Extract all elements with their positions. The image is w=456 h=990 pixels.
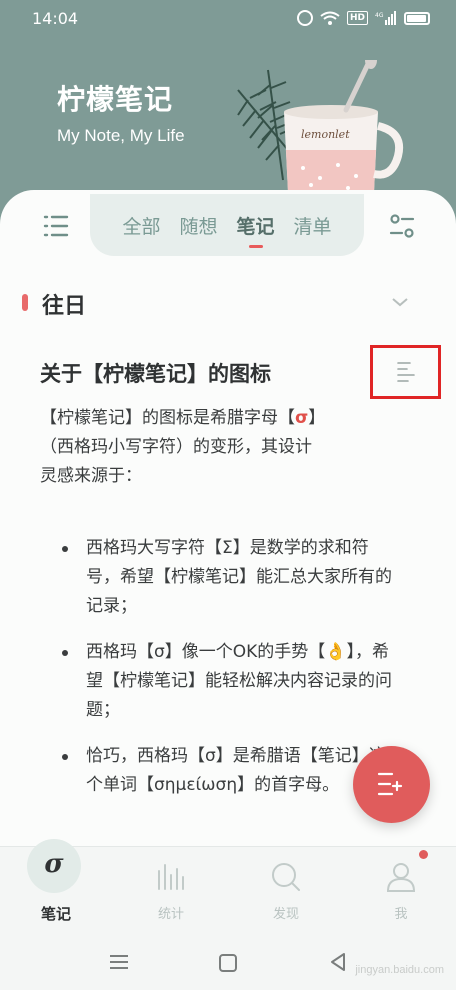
- note-intro-line2: （西格玛小写字符）的变形，其设计: [40, 437, 312, 457]
- list-item: 西格玛【σ】像一个OK的手势【👌】，希望【柠檬笔记】能轻松解决内容记录的问题；: [60, 638, 400, 725]
- nav-stats[interactable]: 统计: [131, 847, 211, 931]
- mug-label: lemonlet: [301, 128, 350, 141]
- nav-me[interactable]: 我: [361, 847, 441, 931]
- section-marker: [22, 294, 28, 311]
- status-bar: 14:04 HD 4G: [0, 0, 456, 38]
- nav-notes[interactable]: σ 笔记: [16, 839, 96, 931]
- intro-text-b: 】: [308, 408, 326, 428]
- status-time: 14:04: [32, 9, 79, 28]
- intro-sigma: σ: [295, 408, 309, 428]
- note-intro-line3: 灵感来源于：: [40, 466, 142, 486]
- wifi-icon: [320, 11, 340, 25]
- list-item: 恰巧，西格玛【σ】是希腊语【笔记】这个单词【σημείωση】的首字母。: [60, 742, 400, 800]
- back-icon[interactable]: [330, 952, 346, 972]
- chevron-down-icon[interactable]: [392, 294, 408, 310]
- home-icon[interactable]: [219, 954, 237, 972]
- add-list-icon: [377, 772, 403, 796]
- bottom-nav: σ 笔记 统计 发现 我: [0, 839, 456, 931]
- menu-icon[interactable]: [42, 212, 70, 240]
- tab-notes[interactable]: 笔记: [237, 212, 275, 248]
- list-item: 西格玛大写字符【Σ】是数学的求和符号，希望【柠檬笔记】能汇总大家所有的记录；: [60, 534, 400, 621]
- app-title: 柠檬笔记: [57, 83, 174, 116]
- sigma-icon: σ: [27, 839, 81, 893]
- alarm-icon: [296, 10, 313, 26]
- hd-icon: HD: [346, 11, 368, 25]
- system-nav-bar: jingyan.baidu.com: [0, 930, 456, 990]
- section-title: 往日: [42, 294, 87, 319]
- note-title[interactable]: 关于【柠檬笔记】的图标: [40, 358, 271, 388]
- network-label: 4G: [375, 12, 384, 19]
- tab-all[interactable]: 全部: [122, 212, 160, 239]
- sigma-glyph: σ: [44, 849, 64, 879]
- battery-icon: [404, 11, 430, 25]
- intro-text-a: 【柠檬笔记】的图标是希腊字母【: [40, 408, 295, 428]
- tab-checklist[interactable]: 清单: [294, 212, 332, 239]
- nav-notes-label: 笔记: [40, 905, 71, 923]
- user-icon: [386, 863, 416, 892]
- recents-icon[interactable]: [109, 954, 129, 970]
- note-bullets: 西格玛大写字符【Σ】是数学的求和符号，希望【柠檬笔记】能汇总大家所有的记录； 西…: [60, 534, 400, 817]
- search-icon: [272, 863, 300, 891]
- nav-discover[interactable]: 发现: [246, 847, 326, 931]
- status-icons: HD 4G: [296, 10, 430, 26]
- mug-illustration: lemonlet: [237, 60, 403, 197]
- notification-badge: [419, 850, 428, 859]
- watermark: jingyan.baidu.com: [355, 964, 444, 976]
- stats-icon: [158, 864, 184, 890]
- nav-discover-label: 发现: [272, 907, 299, 922]
- signal-icon: 4G: [375, 11, 396, 25]
- new-note-button[interactable]: [353, 746, 430, 823]
- note-intro-line1: 【柠檬笔记】的图标是希腊字母【σ】: [40, 404, 380, 433]
- note-body: 【柠檬笔记】的图标是希腊字母【σ】 （西格玛小写字符）的变形，其设计 灵感来源于…: [40, 404, 380, 491]
- outline-icon: [397, 362, 415, 382]
- nav-stats-label: 统计: [157, 907, 184, 922]
- tab-thoughts[interactable]: 随想: [179, 212, 217, 239]
- app-subtitle: My Note, My Life: [57, 126, 185, 145]
- filter-icon[interactable]: [388, 212, 416, 240]
- nav-me-label: 我: [394, 907, 408, 922]
- outline-button[interactable]: [370, 345, 441, 399]
- tab-bar: 全部 随想 笔记 清单: [90, 194, 364, 256]
